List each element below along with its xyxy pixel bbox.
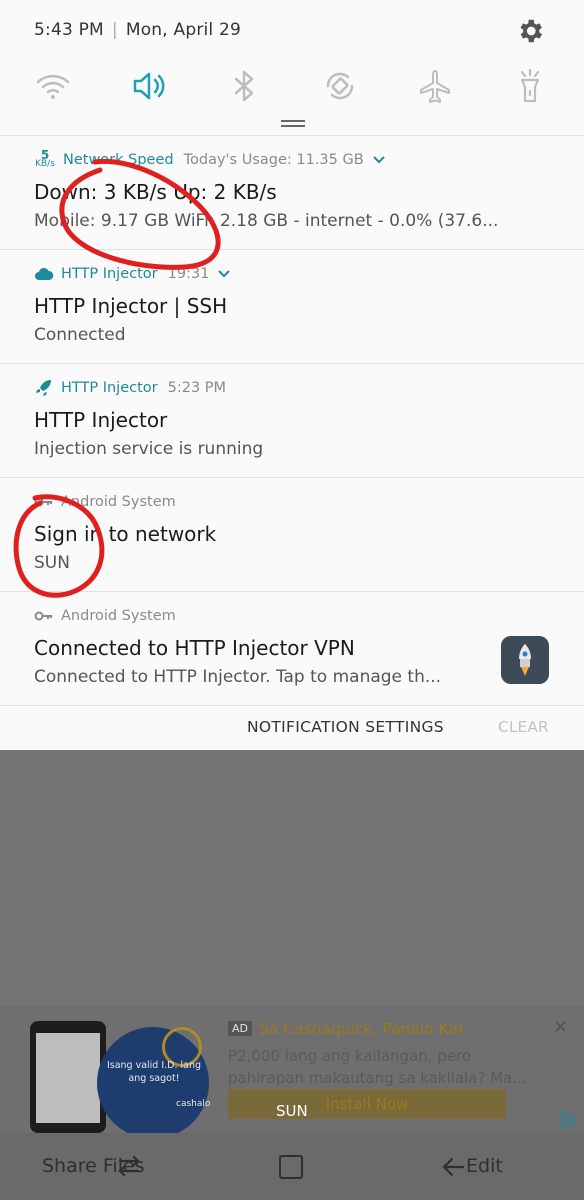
notification-title: Sign in to network (34, 522, 217, 546)
notification-app-name: HTTP Injector (61, 266, 158, 282)
clear-button[interactable]: CLEAR (498, 718, 549, 736)
notification-http-injector[interactable]: HTTP Injector 5:23 PM HTTP Injector Inje… (0, 363, 584, 477)
sound-icon[interactable] (129, 66, 169, 106)
notification-app-name: HTTP Injector (61, 380, 158, 396)
http-injector-logo-icon (501, 636, 549, 684)
bottom-navigation: Share Files Edit (0, 1133, 584, 1200)
rocket-icon (36, 380, 51, 396)
notification-app-name: Android System (61, 494, 176, 510)
status-time: 5:43 PM (34, 20, 104, 40)
chevron-down-icon[interactable] (217, 269, 231, 279)
notification-meta: Today's Usage: 11.35 GB (183, 152, 364, 168)
ad-brand: cashalo (176, 1099, 211, 1109)
notification-app-name: Android System (61, 608, 176, 624)
recent-apps-icon[interactable] (116, 1155, 142, 1177)
ad-banner[interactable]: Isang valid I.D. lang ang sagot! cashalo… (0, 1005, 584, 1139)
panel-drag-handle[interactable] (281, 120, 305, 128)
network-speed-badge: 5 KB/s (35, 148, 55, 169)
notification-header: HTTP Injector 5:23 PM (34, 378, 226, 398)
notification-text: Injection service is running (34, 439, 264, 459)
notification-header: HTTP Injector 19:31 (34, 264, 231, 284)
toast-message: SUN (276, 1102, 308, 1120)
notification-text: Connected (34, 325, 126, 345)
back-arrow-icon[interactable] (441, 1155, 465, 1179)
flashlight-icon[interactable] (510, 66, 550, 106)
status-bar: 5:43 PM | Mon, April 29 (0, 0, 584, 60)
notification-app-name: Network Speed (63, 152, 174, 168)
gear-icon[interactable] (515, 16, 545, 46)
notification-header: 5 KB/s Network Speed Today's Usage: 11.35… (34, 148, 386, 170)
ad-description: P2,000 lang ang kailangan, pero pahirapa… (228, 1047, 527, 1087)
notification-text: Mobile: 9.17 GB WiFi: 2.18 GB - internet… (34, 211, 499, 231)
notification-header: Android System (34, 606, 176, 626)
notification-header: Android System (34, 492, 176, 512)
status-date: Mon, April 29 (125, 20, 241, 40)
key-icon (34, 611, 52, 621)
notification-actions: NOTIFICATION SETTINGS CLEAR (0, 705, 584, 750)
notification-title: HTTP Injector | SSH (34, 294, 228, 318)
wifi-icon[interactable] (33, 66, 73, 106)
key-icon (34, 497, 52, 507)
home-button[interactable] (279, 1155, 303, 1179)
notification-network-speed[interactable]: 5 KB/s Network Speed Today's Usage: 11.35… (0, 135, 584, 249)
auto-rotate-icon[interactable] (320, 66, 360, 106)
notification-title: Down: 3 KB/s Up: 2 KB/s (34, 180, 277, 204)
notification-title: Connected to HTTP Injector VPN (34, 636, 355, 660)
ad-image-text: Isang valid I.D. lang ang sagot! (106, 1060, 202, 1084)
notification-sign-in-network[interactable]: Android System Sign in to network SUN (0, 477, 584, 591)
notification-vpn-connected[interactable]: Android System Connected to HTTP Injecto… (0, 591, 584, 705)
chevron-down-icon[interactable] (372, 155, 386, 165)
close-icon[interactable]: ✕ (553, 1017, 568, 1038)
notification-text: Connected to HTTP Injector. Tap to manag… (34, 667, 442, 687)
notification-http-injector-ssh[interactable]: HTTP Injector 19:31 HTTP Injector | SSH … (0, 249, 584, 363)
ad-title: Sa Cashaquick, Panalo Ka! (259, 1020, 465, 1038)
airplane-icon[interactable] (415, 66, 455, 106)
notification-text: SUN (34, 553, 70, 573)
edit-button[interactable]: Edit (466, 1155, 503, 1177)
notification-meta: 19:31 (167, 266, 210, 282)
cloud-icon (35, 267, 54, 280)
notification-settings-button[interactable]: NOTIFICATION SETTINGS (247, 718, 444, 736)
status-time-date: 5:43 PM | Mon, April 29 (34, 20, 241, 40)
notification-title: HTTP Injector (34, 408, 168, 432)
adchoices-icon[interactable] (560, 1111, 578, 1129)
ad-tag: AD (228, 1021, 252, 1036)
status-separator: | (111, 20, 118, 40)
quick-settings-row (0, 60, 584, 135)
ad-phone-screen (36, 1033, 100, 1123)
bluetooth-icon[interactable] (224, 66, 264, 106)
ad-install-button[interactable]: Install Now (228, 1089, 506, 1119)
notification-panel: 5 KB/s Network Speed Today's Usage: 11.35… (0, 135, 584, 750)
notification-meta: 5:23 PM (167, 380, 227, 396)
